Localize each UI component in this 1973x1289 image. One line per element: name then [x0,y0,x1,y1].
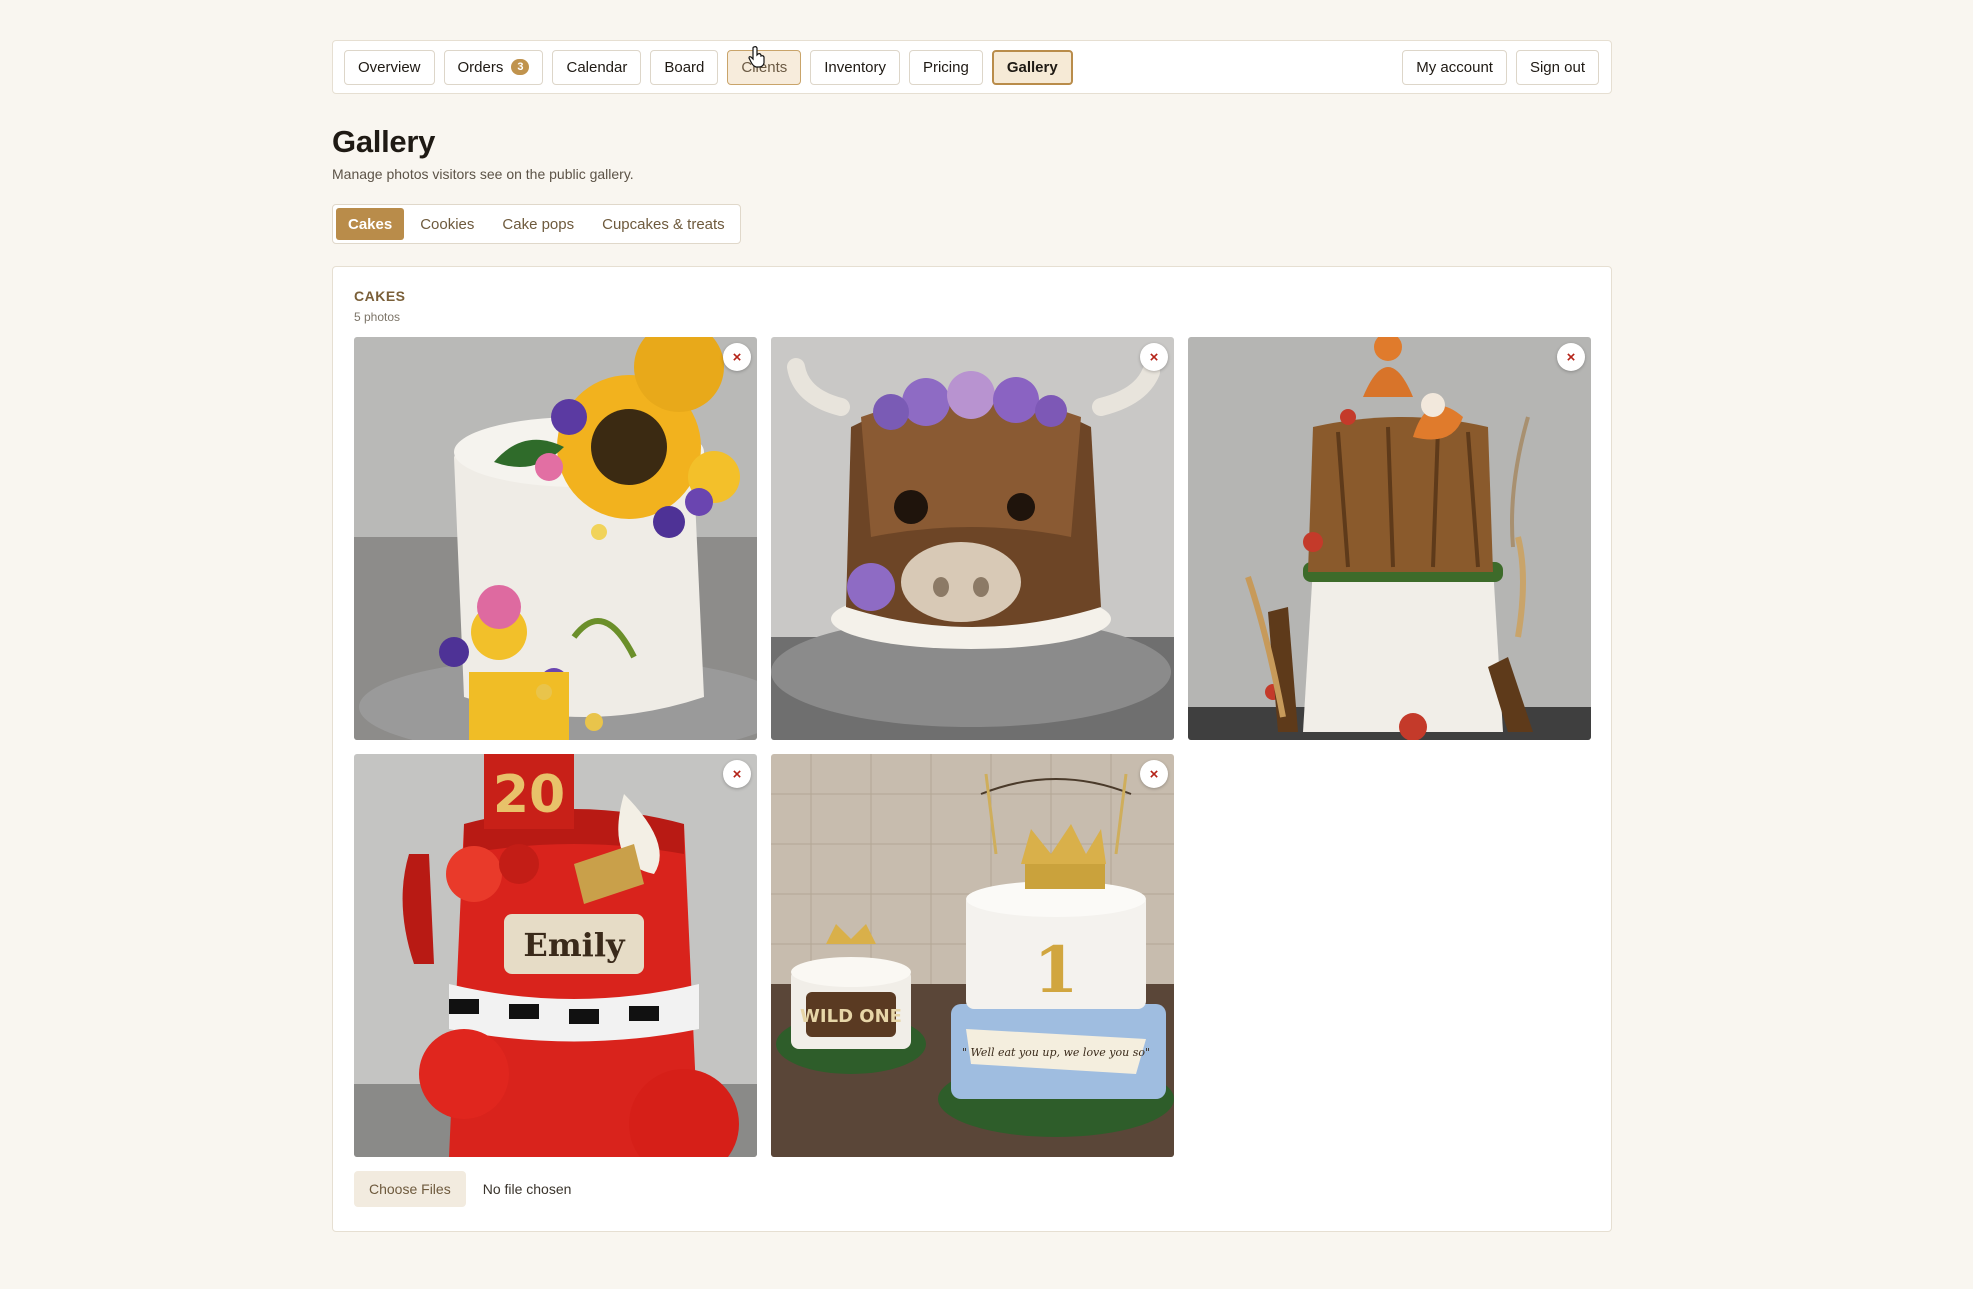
gallery-photo[interactable]: Emily 20 × [354,754,757,1157]
tab-cupcakes-treats[interactable]: Cupcakes & treats [590,208,737,240]
remove-photo-button[interactable]: × [1557,343,1585,371]
file-status: No file chosen [482,1181,572,1197]
nav-pricing[interactable]: Pricing [908,49,983,85]
wild-one-cakes-image: WILD ONE 1 " Well eat you up, we love yo… [771,754,1174,1157]
nav-board[interactable]: Board [650,49,719,85]
sunflower-cake-image [354,337,757,740]
nav-inventory[interactable]: Inventory [810,49,900,85]
emily-cake-number: 20 [493,765,565,825]
nav-clients[interactable]: Clients [727,49,802,85]
highland-cow-cake-image [771,337,1174,740]
nav-account-actions: My account Sign out [1402,49,1599,85]
first-birthday-number: 1 [1034,933,1079,1008]
nav-label: Board [664,58,705,76]
wild-one-sign: WILD ONE [800,1006,902,1027]
upload-row: Choose Files No file chosen [354,1171,1591,1207]
nav-tabs: Overview Orders 3 Calendar Board Clients … [344,49,1073,85]
remove-photo-button[interactable]: × [1140,343,1168,371]
orders-count-badge: 3 [511,59,530,75]
page-subtitle: Manage photos visitors see on the public… [332,166,634,182]
section-title: CAKES [354,288,406,304]
remove-photo-button[interactable]: × [1140,760,1168,788]
tab-cookies[interactable]: Cookies [408,208,486,240]
emily-birthday-cake-image: Emily 20 [354,754,757,1157]
nav-label: Orders [457,58,504,76]
nav-orders[interactable]: Orders 3 [443,49,544,85]
cake-quote: " Well eat you up, we love you so" [962,1046,1150,1059]
choose-files-button[interactable]: Choose Files [354,1171,466,1207]
photo-grid: × × × Emily 20 × WILD ONE 1 " Well eat y… [354,337,1591,1157]
nav-label: Gallery [1006,58,1058,76]
gallery-photo[interactable]: WILD ONE 1 " Well eat you up, we love yo… [771,754,1174,1157]
nav-label: Inventory [824,58,886,76]
sign-out-button[interactable]: Sign out [1515,49,1599,85]
nav-calendar[interactable]: Calendar [552,49,642,85]
category-tabs: Cakes Cookies Cake pops Cupcakes & treat… [332,204,741,244]
remove-photo-button[interactable]: × [723,760,751,788]
tab-cakes[interactable]: Cakes [336,208,405,240]
my-account-button[interactable]: My account [1402,49,1507,85]
nav-gallery[interactable]: Gallery [991,49,1073,85]
gallery-photo[interactable]: × [771,337,1174,740]
photo-count: 5 photos [354,310,401,324]
fox-stump-cake-image [1188,337,1591,740]
gallery-photo[interactable]: × [1188,337,1591,740]
gallery-photo[interactable]: × [354,337,757,740]
page-title: Gallery [332,124,436,159]
gallery-panel: CAKES 5 photos × × × Emily 20 × WILD ONE… [332,266,1612,1232]
top-nav: Overview Orders 3 Calendar Board Clients … [332,40,1612,94]
nav-label: Clients [741,58,788,76]
emily-cake-name: Emily [523,926,626,964]
nav-label: Calendar [566,58,628,76]
nav-overview[interactable]: Overview [344,49,435,85]
app: Overview Orders 3 Calendar Board Clients … [332,40,1612,1232]
tab-cake-pops[interactable]: Cake pops [490,208,586,240]
remove-photo-button[interactable]: × [723,343,751,371]
nav-label: Pricing [922,58,969,76]
nav-label: Overview [358,58,421,76]
